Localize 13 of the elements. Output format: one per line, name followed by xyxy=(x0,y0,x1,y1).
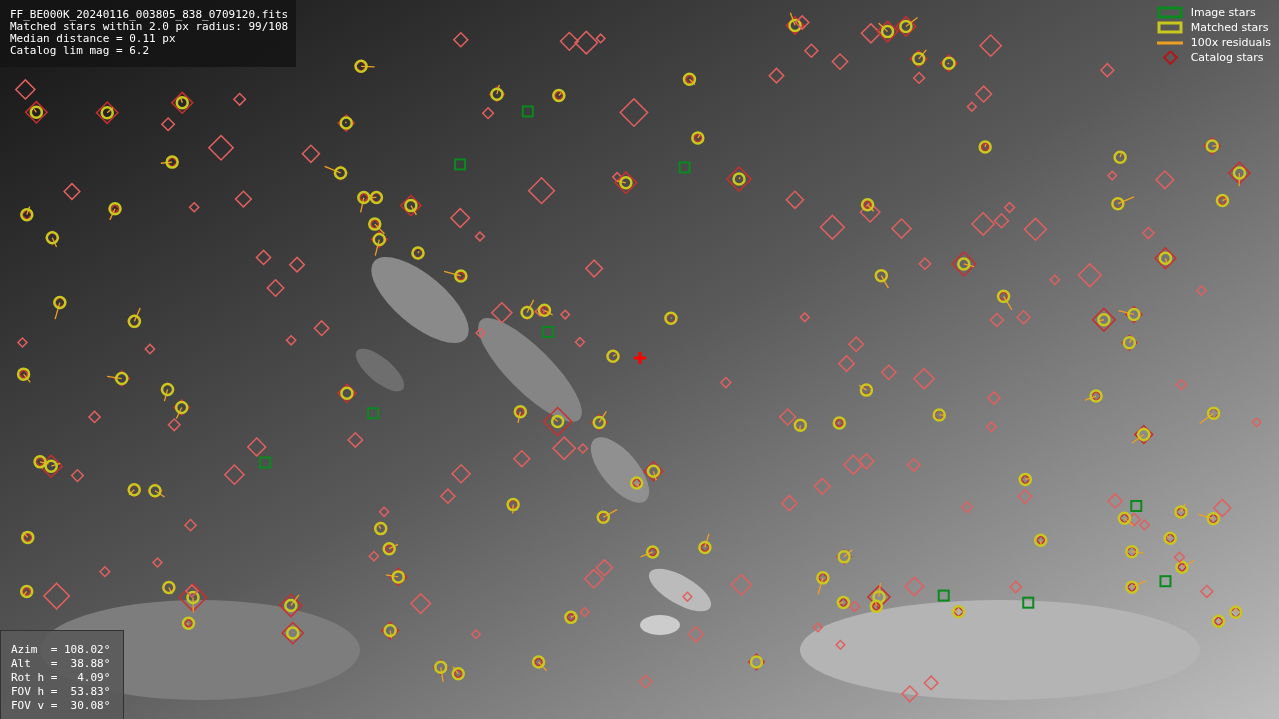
info-text: FF_BE000K_20240116_003805_838_0709120.fits xyxy=(10,9,289,21)
pointing-text: FOV h = 53.83° xyxy=(11,685,112,699)
legend-label: Image stars xyxy=(1190,6,1256,20)
info-text: Median distance = 0.11 px xyxy=(10,33,177,45)
info-text: Matched stars within 2.0 px radius: 99/108 xyxy=(10,21,289,33)
pointing-text: Rot h = 4.09° xyxy=(11,671,112,685)
pointing-text: Alt = 38.88° xyxy=(11,657,112,671)
pointing-text: FOV v = 30.08° xyxy=(11,699,112,713)
legend-label: Matched stars xyxy=(1190,21,1269,35)
legend-label: Catalog stars xyxy=(1190,51,1264,65)
info-text: Catalog lim mag = 6.2 xyxy=(10,45,151,57)
legend-label: 100x residuals xyxy=(1190,36,1271,50)
pointing-text: Azim = 108.02° xyxy=(11,643,112,657)
